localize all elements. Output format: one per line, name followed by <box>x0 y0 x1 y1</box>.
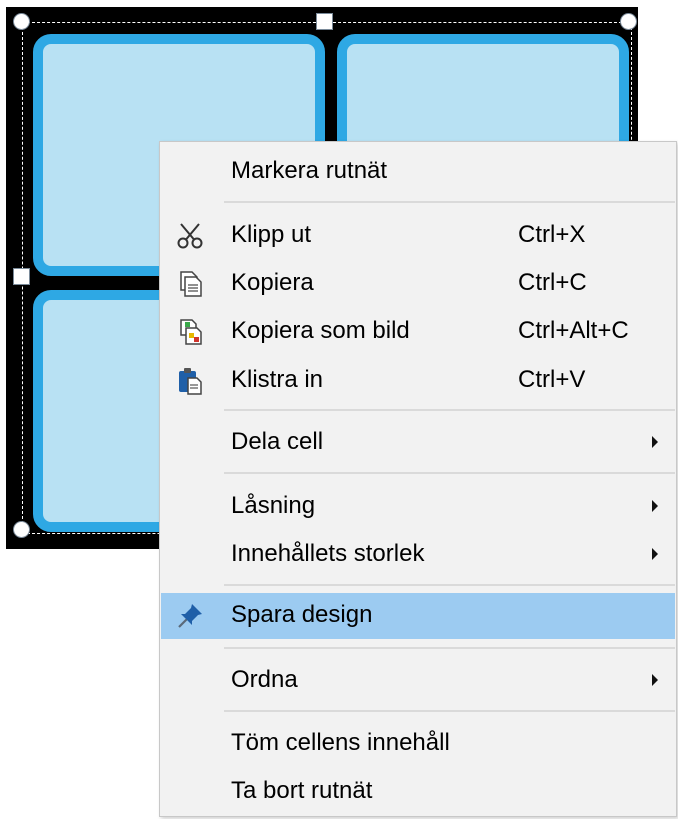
resize-handle-bottom-left[interactable] <box>13 521 30 538</box>
pin-icon <box>175 601 205 631</box>
menu-item-locking[interactable]: Låsning <box>161 484 675 530</box>
resize-handle-top-left[interactable] <box>13 13 30 30</box>
menu-item-shortcut: Ctrl+Alt+C <box>518 317 629 344</box>
menu-separator <box>224 647 675 649</box>
submenu-arrow-icon <box>652 548 658 560</box>
menu-separator <box>224 409 675 411</box>
menu-separator <box>224 710 675 712</box>
menu-item-shortcut: Ctrl+V <box>518 366 586 393</box>
menu-item-label: Spara design <box>231 601 373 628</box>
menu-item-label: Klipp ut <box>231 221 312 248</box>
menu-separator <box>224 201 675 203</box>
menu-item-label: Töm cellens innehåll <box>231 729 450 756</box>
menu-item-copy-as-image[interactable]: Kopiera som bild Ctrl+Alt+C <box>161 309 675 355</box>
copy-icon <box>175 269 205 299</box>
menu-item-shortcut: Ctrl+C <box>518 269 587 296</box>
submenu-arrow-icon <box>652 436 658 448</box>
resize-handle-top-right[interactable] <box>620 13 637 30</box>
menu-item-paste[interactable]: Klistra in Ctrl+V <box>161 358 675 404</box>
menu-item-label: Dela cell <box>231 428 324 455</box>
menu-item-label: Kopiera som bild <box>231 317 410 344</box>
resize-handle-top[interactable] <box>316 13 333 30</box>
menu-separator <box>224 584 675 586</box>
menu-item-label: Innehållets storlek <box>231 540 425 567</box>
menu-item-delete-grid[interactable]: Ta bort rutnät <box>161 769 675 815</box>
context-menu: Markera rutnät Klipp ut Ctrl+X Kopiera C… <box>159 141 677 817</box>
menu-item-select-grid[interactable]: Markera rutnät <box>161 149 675 195</box>
menu-item-arrange[interactable]: Ordna <box>161 658 675 704</box>
menu-item-clear-cell-content[interactable]: Töm cellens innehåll <box>161 721 675 767</box>
menu-item-label: Ta bort rutnät <box>231 777 373 804</box>
submenu-arrow-icon <box>652 674 658 686</box>
menu-item-shortcut: Ctrl+X <box>518 221 586 248</box>
paste-icon <box>175 366 205 396</box>
copy-as-image-icon <box>175 317 205 347</box>
menu-item-label: Kopiera <box>231 269 314 296</box>
menu-item-cut[interactable]: Klipp ut Ctrl+X <box>161 213 675 259</box>
scissors-icon <box>175 221 205 251</box>
menu-item-label: Låsning <box>231 492 316 519</box>
menu-item-content-size[interactable]: Innehållets storlek <box>161 532 675 578</box>
menu-item-copy[interactable]: Kopiera Ctrl+C <box>161 261 675 307</box>
menu-item-label: Klistra in <box>231 366 324 393</box>
menu-item-save-design[interactable]: Spara design <box>161 593 675 639</box>
submenu-arrow-icon <box>652 500 658 512</box>
menu-item-split-cell[interactable]: Dela cell <box>161 420 675 466</box>
resize-handle-left[interactable] <box>13 268 30 285</box>
menu-separator <box>224 472 675 474</box>
menu-item-label: Markera rutnät <box>231 157 388 184</box>
menu-item-label: Ordna <box>231 666 298 693</box>
